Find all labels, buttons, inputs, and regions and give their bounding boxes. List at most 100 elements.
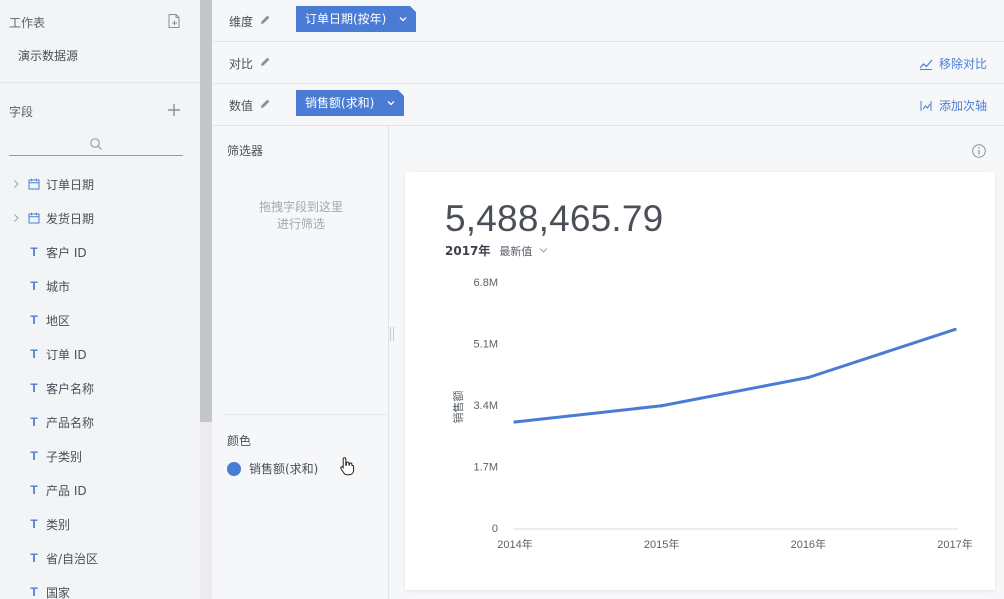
field-item[interactable]: T 产品名称 bbox=[0, 405, 200, 439]
y-tick-label: 3.4M bbox=[474, 400, 498, 412]
field-item[interactable]: T 省/自治区 bbox=[0, 541, 200, 575]
text-type-icon: T bbox=[30, 245, 38, 259]
compare-shelf: 对比 移除对比 bbox=[213, 42, 1004, 84]
field-label: 发货日期 bbox=[46, 211, 95, 226]
chart-card: 5,488,465.79 2017年 最新值 0 1.7M 3.4M 5.1M 6.8M… bbox=[405, 172, 995, 590]
text-type-icon: T bbox=[30, 585, 38, 599]
sidebar-divider bbox=[0, 82, 200, 83]
data-point[interactable] bbox=[806, 375, 810, 380]
chevron-down-icon[interactable] bbox=[386, 98, 396, 108]
text-type-icon: T bbox=[30, 313, 38, 327]
worksheet-title: 工作表 bbox=[9, 16, 46, 30]
compare-label: 对比 bbox=[229, 57, 254, 71]
field-label: 城市 bbox=[46, 279, 71, 294]
x-tick-label: 2016年 bbox=[791, 537, 826, 551]
text-type-icon: T bbox=[30, 381, 38, 395]
panel-resize-handle[interactable] bbox=[390, 327, 394, 341]
remove-compare-label: 移除对比 bbox=[938, 57, 987, 71]
data-point[interactable] bbox=[513, 420, 517, 424]
pencil-icon[interactable] bbox=[259, 56, 271, 68]
text-type-icon: T bbox=[30, 483, 38, 497]
series-line[interactable] bbox=[513, 327, 957, 424]
text-type-icon: T bbox=[30, 279, 38, 293]
field-item[interactable]: T 国家 bbox=[0, 575, 200, 599]
sidebar-scrollbar[interactable] bbox=[200, 0, 212, 599]
compare-chart-icon bbox=[919, 59, 933, 70]
color-title: 颜色 bbox=[227, 434, 252, 448]
measure-shelf: 数值 销售额(求和) 添加次轴 bbox=[213, 84, 1004, 126]
calendar-icon bbox=[28, 212, 40, 224]
text-type-icon: T bbox=[30, 517, 38, 531]
line-chart: 0 1.7M 3.4M 5.1M 6.8M 2014年 2015年 2016年 2017年 销… bbox=[451, 277, 973, 551]
field-item[interactable]: T 订单 ID bbox=[0, 337, 200, 371]
document-icon[interactable] bbox=[166, 13, 182, 29]
field-label: 子类别 bbox=[46, 449, 83, 464]
remove-compare-button[interactable]: 移除对比 bbox=[919, 55, 987, 72]
dimension-pill[interactable]: 订单日期(按年) bbox=[296, 6, 417, 32]
y-tick-label: 5.1M bbox=[474, 339, 498, 351]
field-search-input[interactable] bbox=[9, 134, 183, 155]
field-label: 类别 bbox=[46, 517, 71, 532]
scrollbar-thumb[interactable] bbox=[200, 0, 212, 422]
field-item[interactable]: 订单日期 bbox=[0, 167, 200, 201]
color-legend-item[interactable]: 销售额(求和) bbox=[227, 460, 318, 477]
field-label: 省/自治区 bbox=[46, 551, 99, 566]
filter-title: 筛选器 bbox=[227, 144, 264, 158]
field-search bbox=[9, 134, 183, 156]
field-label: 订单日期 bbox=[46, 177, 95, 192]
field-label: 订单 ID bbox=[46, 347, 87, 362]
field-item[interactable]: T 客户 ID bbox=[0, 235, 200, 269]
plus-icon[interactable] bbox=[166, 102, 182, 118]
main-panel: 维度 订单日期(按年) 对比 移除对比 数值 销售额(求和) 添加次轴 筛选器 … bbox=[213, 0, 1004, 599]
pencil-icon[interactable] bbox=[259, 98, 271, 110]
chevron-down-icon[interactable] bbox=[398, 14, 408, 24]
field-label: 客户名称 bbox=[46, 381, 95, 396]
data-point[interactable] bbox=[660, 404, 664, 408]
field-item[interactable]: T 客户名称 bbox=[0, 371, 200, 405]
y-axis-title: 销售额 bbox=[451, 391, 465, 424]
data-point[interactable] bbox=[953, 327, 957, 332]
field-item[interactable]: T 类别 bbox=[0, 507, 200, 541]
hand-cursor-icon bbox=[340, 457, 355, 476]
add-secondary-axis-label: 添加次轴 bbox=[938, 99, 987, 113]
add-secondary-axis-button[interactable]: 添加次轴 bbox=[919, 97, 987, 114]
text-type-icon: T bbox=[30, 415, 38, 429]
field-label: 客户 ID bbox=[46, 245, 87, 260]
pencil-icon[interactable] bbox=[259, 14, 271, 26]
datasource-item[interactable]: 演示数据源 bbox=[18, 47, 78, 64]
chevron-right-icon[interactable] bbox=[12, 213, 20, 223]
fields-title: 字段 bbox=[9, 105, 34, 119]
field-label: 产品 ID bbox=[46, 483, 87, 498]
field-item[interactable]: T 产品 ID bbox=[0, 473, 200, 507]
x-tick-label: 2015年 bbox=[644, 537, 679, 551]
field-label: 地区 bbox=[46, 313, 71, 328]
x-tick-label: 2014年 bbox=[497, 537, 532, 551]
field-item[interactable]: T 子类别 bbox=[0, 439, 200, 473]
filter-panel: 筛选器 拖拽字段到这里 进行筛选 颜色 销售额(求和) bbox=[213, 126, 389, 599]
calendar-icon bbox=[28, 178, 40, 190]
pill-corner bbox=[410, 6, 417, 12]
text-type-icon: T bbox=[30, 347, 38, 361]
field-label: 国家 bbox=[46, 585, 71, 599]
field-item[interactable]: 发货日期 bbox=[0, 201, 200, 235]
field-item[interactable]: T 城市 bbox=[0, 269, 200, 303]
filter-hint-line1: 拖拽字段到这里 bbox=[258, 200, 343, 214]
field-item[interactable]: T 地区 bbox=[0, 303, 200, 337]
text-type-icon: T bbox=[30, 551, 38, 565]
dimension-label: 维度 bbox=[229, 15, 254, 29]
chevron-right-icon[interactable] bbox=[12, 179, 20, 189]
x-tick-label: 2017年 bbox=[937, 537, 972, 551]
color-swatch[interactable] bbox=[227, 461, 241, 476]
field-list: 订单日期 发货日期 T 客户 ID T 城市 T 地区 T 订单 ID T 客户名称 T 产品名称 T 子类别… bbox=[0, 167, 200, 599]
measure-pill[interactable]: 销售额(求和) bbox=[296, 90, 405, 116]
filter-drop-zone[interactable]: 拖拽字段到这里 进行筛选 bbox=[213, 199, 389, 233]
axis-icon bbox=[920, 100, 932, 111]
field-sidebar: 工作表 演示数据源 字段 订单日期 发货日期 T 客户 ID T 城市 T 地区 T 订单 ID T… bbox=[0, 0, 200, 599]
info-icon[interactable] bbox=[971, 143, 987, 159]
y-tick-label: 0 bbox=[492, 523, 498, 535]
filter-divider bbox=[223, 414, 389, 415]
dimension-pill-label: 订单日期(按年) bbox=[305, 12, 387, 26]
field-label: 产品名称 bbox=[46, 415, 95, 430]
measure-label: 数值 bbox=[229, 99, 254, 113]
filter-hint-line2: 进行筛选 bbox=[276, 217, 325, 231]
